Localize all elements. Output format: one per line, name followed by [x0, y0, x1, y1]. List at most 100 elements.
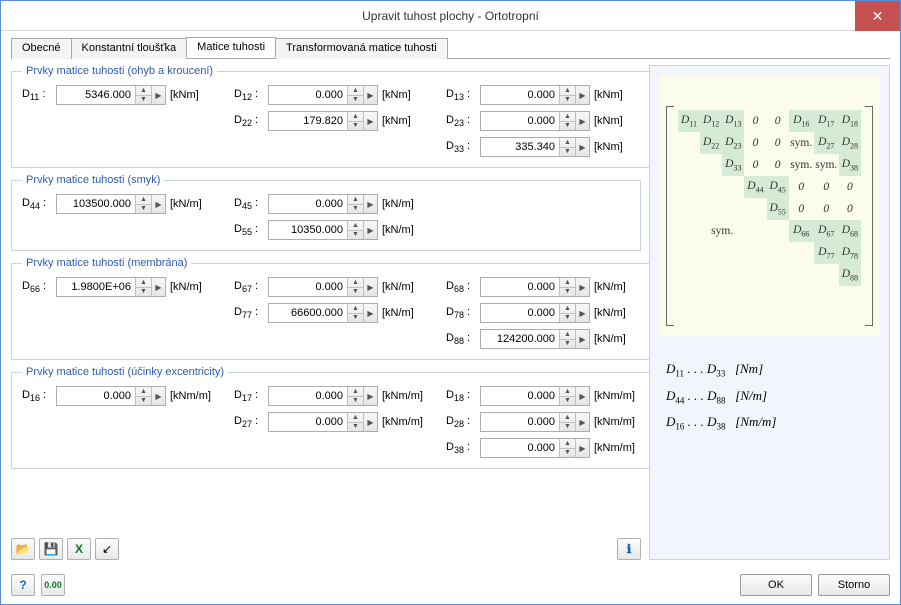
info-icon: ℹ — [627, 542, 632, 556]
input-d16[interactable] — [57, 387, 135, 405]
bracket-left — [666, 106, 674, 326]
units-button[interactable]: 0.00 — [41, 574, 65, 596]
spinner-d13[interactable]: ▲▼▶ — [480, 85, 590, 105]
ok-button[interactable]: OK — [740, 574, 812, 596]
input-d55[interactable] — [269, 221, 347, 239]
spinner-d17[interactable]: ▲▼▶ — [268, 386, 378, 406]
field-d33: D33 : ▲▼▶ [kNm] — [446, 137, 646, 157]
dialog-footer: ? 0.00 OK Storno — [1, 568, 900, 604]
field-d11: D11 : ▲▼ ▶ [kNm] — [22, 85, 222, 105]
spinner-d28[interactable]: ▲▼▶ — [480, 412, 590, 432]
spinner-d66[interactable]: ▲▼▶ — [56, 277, 166, 297]
folder-open-icon: 📂 — [16, 542, 31, 556]
label-d11: D11 : — [22, 88, 52, 102]
input-d38[interactable] — [481, 439, 559, 457]
save-icon: 💾 — [44, 542, 59, 556]
content-area: Obecné Konstantní tloušťka Matice tuhost… — [1, 31, 900, 568]
group-membrane-legend: Prvky matice tuhosti (membrána) — [22, 257, 191, 269]
spinner-d18[interactable]: ▲▼▶ — [480, 386, 590, 406]
group-shear-legend: Prvky matice tuhosti (smyk) — [22, 174, 164, 186]
input-d12[interactable] — [269, 86, 347, 104]
field-d78: D78 : ▲▼▶ [kN/m] — [446, 303, 646, 323]
up-icon[interactable]: ▲ — [136, 86, 151, 96]
tab-general[interactable]: Obecné — [11, 38, 72, 59]
input-d44[interactable] — [57, 195, 135, 213]
load-button[interactable]: 📂 — [11, 538, 35, 560]
import-button[interactable]: ↙ — [95, 538, 119, 560]
spinner-d11[interactable]: ▲▼ ▶ — [56, 85, 166, 105]
field-d18: D18 : ▲▼▶ [kNm/m] — [446, 386, 646, 406]
field-d16: D16 : ▲▼▶ [kNm/m] — [22, 386, 222, 406]
input-d78[interactable] — [481, 304, 559, 322]
excel-icon: X — [75, 542, 83, 556]
label-d13: D13 : — [446, 88, 476, 102]
input-d28[interactable] — [481, 413, 559, 431]
field-d17: D17 : ▲▼▶ [kNm/m] — [234, 386, 434, 406]
close-button[interactable]: ✕ — [855, 1, 900, 31]
label-d12: D12 : — [234, 88, 264, 102]
input-d11[interactable] — [57, 86, 135, 104]
input-d27[interactable] — [269, 413, 347, 431]
input-d67[interactable] — [269, 278, 347, 296]
spinner-d44[interactable]: ▲▼▶ — [56, 194, 166, 214]
spinner-d67[interactable]: ▲▼▶ — [268, 277, 378, 297]
input-d68[interactable] — [481, 278, 559, 296]
export-excel-button[interactable]: X — [67, 538, 91, 560]
field-d23: D23 : ▲▼▶ [kNm] — [446, 111, 646, 131]
matrix-preview: D11D12D13 00 D16D17D18 D22D23 00 sym.D27… — [660, 76, 879, 336]
spinner-d78[interactable]: ▲▼▶ — [480, 303, 590, 323]
group-eccentricity: Prvky matice tuhosti (účinky excentricit… — [11, 366, 657, 469]
spinner-d38[interactable]: ▲▼▶ — [480, 438, 590, 458]
left-toolbar: 📂 💾 X ↙ ℹ — [11, 534, 641, 560]
input-d66[interactable] — [57, 278, 135, 296]
field-d12: D12 : ▲▼▶ [kNm] — [234, 85, 434, 105]
spinner-d33[interactable]: ▲▼▶ — [480, 137, 590, 157]
spinner-d12[interactable]: ▲▼▶ — [268, 85, 378, 105]
input-d33[interactable] — [481, 138, 559, 156]
import-icon: ↙ — [102, 542, 112, 556]
input-d23[interactable] — [481, 112, 559, 130]
window-title: Upravit tuhost plochy - Ortotropní — [362, 9, 539, 23]
spinner-d23[interactable]: ▲▼▶ — [480, 111, 590, 131]
input-d17[interactable] — [269, 387, 347, 405]
close-icon: ✕ — [872, 8, 884, 25]
help-button[interactable]: ? — [11, 574, 35, 596]
spinner-d45[interactable]: ▲▼▶ — [268, 194, 378, 214]
picker-icon[interactable]: ▶ — [151, 86, 165, 104]
spinner-d22[interactable]: ▲▼▶ — [268, 111, 378, 131]
tab-transformed-matrix[interactable]: Transformovaná matice tuhosti — [275, 38, 448, 59]
spinner-d16[interactable]: ▲▼▶ — [56, 386, 166, 406]
input-d88[interactable] — [481, 330, 559, 348]
tab-constant-thickness[interactable]: Konstantní tloušťka — [71, 38, 188, 59]
left-column: Prvky matice tuhosti (ohyb a kroucení) D… — [11, 65, 641, 560]
input-d22[interactable] — [269, 112, 347, 130]
tab-stiffness-matrix[interactable]: Matice tuhosti — [186, 37, 276, 58]
input-d18[interactable] — [481, 387, 559, 405]
spinner-d88[interactable]: ▲▼▶ — [480, 329, 590, 349]
save-button[interactable]: 💾 — [39, 538, 63, 560]
field-d55: D55 : ▲▼▶ [kN/m] — [234, 220, 434, 240]
input-d45[interactable] — [269, 195, 347, 213]
group-bending: Prvky matice tuhosti (ohyb a kroucení) D… — [11, 65, 657, 168]
field-d68: D68 : ▲▼▶ [kN/m] — [446, 277, 646, 297]
unit-d11: [kNm] — [170, 89, 222, 101]
field-d67: D67 : ▲▼▶ [kN/m] — [234, 277, 434, 297]
input-d13[interactable] — [481, 86, 559, 104]
matrix-table: D11D12D13 00 D16D17D18 D22D23 00 sym.D27… — [678, 110, 861, 286]
titlebar: Upravit tuhost plochy - Ortotropní ✕ — [1, 1, 900, 31]
unit-legend: D11 . . . D33 [Nm] D44 . . . D88 [N/m] D… — [660, 356, 879, 436]
main-columns: Prvky matice tuhosti (ohyb a kroucení) D… — [11, 65, 890, 560]
spinner-d27[interactable]: ▲▼▶ — [268, 412, 378, 432]
spinner-d55[interactable]: ▲▼▶ — [268, 220, 378, 240]
spinner-d77[interactable]: ▲▼▶ — [268, 303, 378, 323]
spinner-d68[interactable]: ▲▼▶ — [480, 277, 590, 297]
field-d28: D28 : ▲▼▶ [kNm/m] — [446, 412, 646, 432]
info-button[interactable]: ℹ — [617, 538, 641, 560]
down-icon[interactable]: ▼ — [136, 96, 151, 105]
legend-row-3: D16 . . . D38 [Nm/m] — [666, 409, 879, 436]
input-d77[interactable] — [269, 304, 347, 322]
units-icon: 0.00 — [44, 580, 62, 590]
field-d22: D22 : ▲▼▶ [kNm] — [234, 111, 434, 131]
field-d66: D66 : ▲▼▶ [kN/m] — [22, 277, 222, 297]
cancel-button[interactable]: Storno — [818, 574, 890, 596]
